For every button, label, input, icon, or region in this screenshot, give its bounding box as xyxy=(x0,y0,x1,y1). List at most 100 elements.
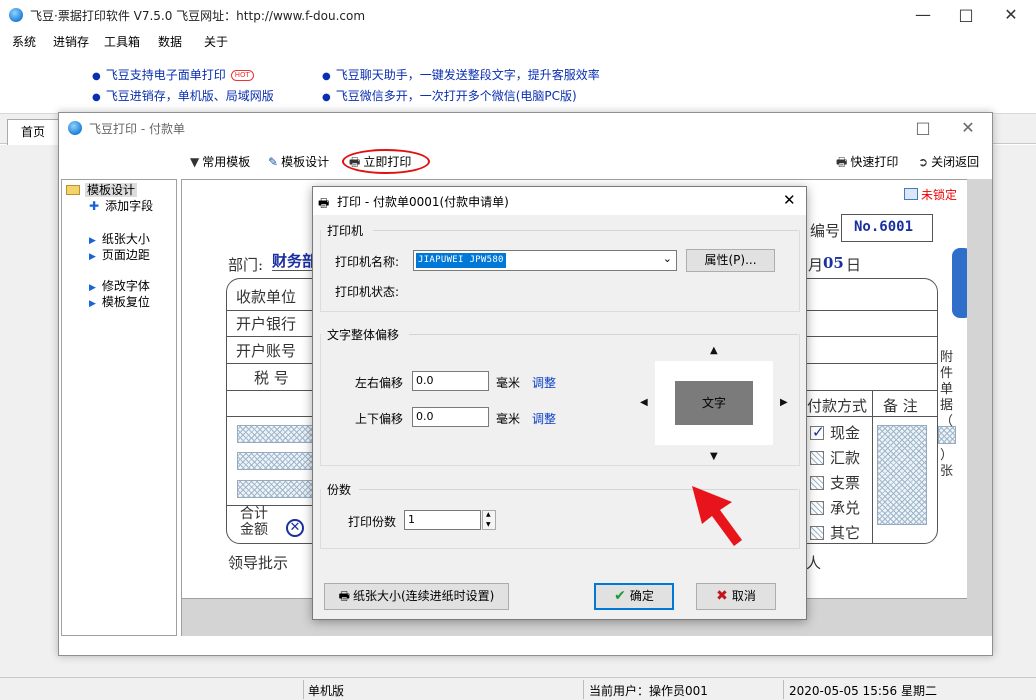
summary-field[interactable] xyxy=(237,452,317,470)
pay-method-label: 支票 xyxy=(830,474,861,492)
status-user: 当前用户：操作员001 xyxy=(589,684,708,698)
maximize-icon[interactable]: □ xyxy=(900,113,946,143)
tree-item-add-field[interactable]: ✚ 添加字段 xyxy=(89,197,153,214)
menu-about[interactable]: 关于 xyxy=(204,33,228,50)
tree-item-paper-size[interactable]: ▶ 纸张大小 xyxy=(89,230,150,247)
copies-label: 打印份数 xyxy=(348,515,397,529)
offset-left-arrow-icon[interactable]: ◀ xyxy=(640,397,648,408)
app-logo-icon xyxy=(68,121,82,135)
row-label: 收款单位 xyxy=(236,288,297,306)
maximize-icon[interactable]: □ xyxy=(943,0,989,30)
summary-field[interactable] xyxy=(237,425,317,443)
paper-icon: 🖶 xyxy=(338,589,350,603)
ad-link[interactable]: ● 飞豆聊天助手，一键发送整段文字，提升客服效率 xyxy=(322,66,600,83)
dept-value[interactable]: 财务部 xyxy=(272,250,317,271)
arrow-right-icon: ▶ xyxy=(89,283,96,293)
status-mode: 单机版 xyxy=(308,684,345,698)
menu-system[interactable]: 系统 xyxy=(12,33,36,50)
total-amount-icon: ✕ xyxy=(286,519,304,537)
ad-link[interactable]: ● 飞豆进销存，单机版、局域网版 xyxy=(92,87,274,104)
h-offset-adjust-link[interactable]: 调整 xyxy=(532,374,556,391)
canvas-gutter xyxy=(967,179,992,636)
menu-data[interactable]: 数据 xyxy=(158,33,182,50)
plus-icon: ✚ xyxy=(89,199,100,213)
ok-button[interactable]: ✔ 确定 xyxy=(594,583,674,610)
copies-input[interactable]: 1 xyxy=(404,510,481,530)
offset-preview: 文字 xyxy=(655,361,773,445)
close-return-button[interactable]: ➲ 关闭返回 xyxy=(918,153,979,170)
menu-bar: 系统 进销存 工具箱 数据 关于 xyxy=(0,30,1036,52)
printer-status-label: 打印机状态: xyxy=(335,285,400,299)
remark-field[interactable] xyxy=(877,425,927,525)
quick-print-button[interactable]: 🖶 快速打印 xyxy=(836,153,898,174)
spin-down-icon[interactable]: ▼ xyxy=(486,521,491,528)
number-label: 编号 xyxy=(810,222,841,240)
close-icon[interactable]: ✕ xyxy=(988,0,1034,30)
arrow-right-icon: ▶ xyxy=(89,236,96,246)
menu-toolbox[interactable]: 工具箱 xyxy=(104,33,140,50)
template-design-button[interactable]: ✎ 模板设计 xyxy=(268,153,329,170)
printer-properties-button[interactable]: 属性(P)... xyxy=(686,249,775,272)
tree-item-reset-template[interactable]: ▶ 模板复位 xyxy=(89,293,150,310)
attachment-side-label: ） 张 xyxy=(940,448,954,479)
hot-badge: HOT xyxy=(230,70,254,81)
copies-spinner[interactable]: ▲ ▼ xyxy=(482,510,496,530)
offset-down-arrow-icon[interactable]: ▼ xyxy=(710,451,718,462)
payment-toolbar: ▼ 常用模板 ✎ 模板设计 🖶 立即打印 🖶 快速打印 ➲ 关闭返回 xyxy=(59,147,992,175)
total-label: 合计 xyxy=(240,506,268,522)
attachment-side-label: 附 件 单 据 （ xyxy=(940,350,954,429)
v-offset-input[interactable]: 0.0 xyxy=(412,407,489,427)
tree-item-edit-font[interactable]: ▶ 修改字体 xyxy=(89,277,150,294)
ad-link[interactable]: ● 飞豆支持电子面单打印 HOT xyxy=(92,66,254,83)
pay-method-header: 付款方式 xyxy=(807,397,868,415)
close-icon[interactable]: ✕ xyxy=(783,191,796,209)
paper-size-button[interactable]: 🖶 纸张大小(连续进纸时设置) xyxy=(324,583,509,610)
pay-method-checkbox[interactable] xyxy=(810,526,824,540)
v-offset-adjust-link[interactable]: 调整 xyxy=(532,410,556,427)
offset-up-arrow-icon[interactable]: ▲ xyxy=(710,345,718,356)
voucher-number[interactable]: No.6001 xyxy=(854,219,913,235)
minimize-icon[interactable]: — xyxy=(900,0,946,30)
payment-window-title: 飞豆打印 - 付款单 xyxy=(89,122,185,136)
print-dialog: 🖶 打印 - 付款单0001(付款申请单) ✕ 打印机 打印机名称: JIAPU… xyxy=(312,186,807,620)
pay-method-checkbox[interactable] xyxy=(810,476,824,490)
pay-method-checkbox[interactable] xyxy=(810,501,824,515)
menu-inventory[interactable]: 进销存 xyxy=(53,33,89,50)
summary-field[interactable] xyxy=(237,480,317,498)
print-dialog-title-bar: 🖶 打印 - 付款单0001(付款申请单) ✕ xyxy=(313,187,806,215)
lock-status[interactable]: 未锁定 xyxy=(904,186,957,203)
cancel-button[interactable]: ✖ 取消 xyxy=(696,583,776,610)
printer-icon: 🖶 xyxy=(836,155,848,169)
offset-preview-text: 文字 xyxy=(675,381,753,425)
calendar-icon xyxy=(904,188,918,200)
spin-up-icon[interactable]: ▲ xyxy=(486,511,491,518)
templates-dropdown[interactable]: ▼ 常用模板 xyxy=(190,153,250,170)
day-value[interactable]: 05 xyxy=(823,254,844,272)
pay-method-checkbox[interactable]: ✓ xyxy=(810,423,825,441)
row-label: 税 号 xyxy=(254,369,289,387)
cross-icon: ✖ xyxy=(716,588,728,604)
close-icon[interactable]: ✕ xyxy=(945,113,991,143)
total-label: 金额 xyxy=(240,522,268,538)
app-logo-icon xyxy=(9,8,23,22)
ad-link[interactable]: ● 飞豆微信多开，一次打开多个微信(电脑PC版) xyxy=(322,87,577,104)
status-datetime: 2020-05-05 15:56 星期二 xyxy=(789,684,937,698)
v-offset-label: 上下偏移 xyxy=(355,412,404,426)
printer-name-select[interactable]: JIAPUWEI JPW580 ⌄ xyxy=(413,250,677,271)
chevron-down-icon: ⌄ xyxy=(662,252,672,265)
h-offset-input[interactable]: 0.0 xyxy=(412,371,489,391)
design-pencil-icon: ✎ xyxy=(268,155,279,169)
tree-item-page-margin[interactable]: ▶ 页面边距 xyxy=(89,246,150,263)
h-offset-label: 左右偏移 xyxy=(355,376,404,390)
arrow-right-icon: ▶ xyxy=(89,299,96,309)
tree-root[interactable]: 模板设计 xyxy=(66,181,138,198)
printer-name-label: 打印机名称: xyxy=(335,255,400,269)
main-window-title: 飞豆·票据打印软件 V7.5.0 飞豆网址：http://www.f-dou.c… xyxy=(30,9,366,23)
print-dialog-title: 打印 - 付款单0001(付款申请单) xyxy=(337,195,509,209)
offset-right-arrow-icon[interactable]: ▶ xyxy=(780,397,788,408)
tab-home[interactable]: 首页 xyxy=(7,119,59,145)
remark-header: 备 注 xyxy=(883,397,918,415)
pay-method-label: 汇款 xyxy=(830,449,861,467)
red-highlight-circle xyxy=(342,149,430,174)
pay-method-checkbox[interactable] xyxy=(810,451,824,465)
